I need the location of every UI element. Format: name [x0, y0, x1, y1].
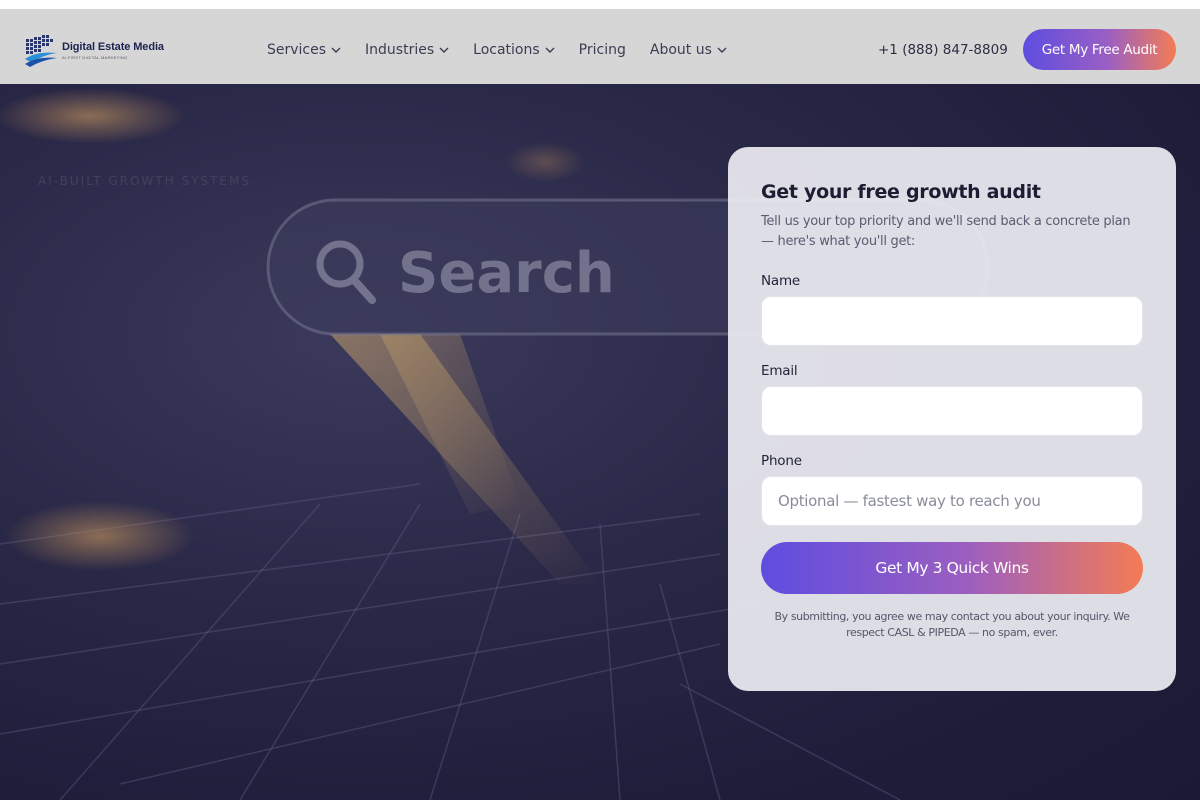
nav-item-label: Locations: [473, 42, 540, 58]
name-label: Name: [761, 273, 801, 289]
phone-label: Phone: [761, 453, 802, 469]
main-nav: Services Industries Locations Pricing Ab…: [267, 39, 751, 61]
background-search-text: Search: [398, 241, 615, 306]
nav-item-label: About us: [649, 42, 712, 58]
nav-item-label: Pricing: [578, 42, 626, 58]
form-disclaimer: By submitting, you agree we may contact …: [774, 610, 1130, 639]
form-title: Get your free growth audit: [761, 181, 1041, 203]
free-audit-button[interactable]: Get My Free Audit: [1023, 29, 1176, 70]
nav-item-pricing[interactable]: Pricing: [579, 42, 626, 58]
brand-tagline: AI-FIRST DIGITAL MARKETING: [62, 54, 128, 60]
top-strip: [0, 0, 1200, 9]
chevron-down-icon: [439, 47, 449, 53]
audit-form-card: Get your free growth audit Tell us your …: [728, 147, 1176, 691]
nav-item-industries[interactable]: Industries: [365, 42, 449, 58]
hero-eyebrow: AI-BUILT GROWTH SYSTEMS: [38, 174, 251, 188]
phone-field[interactable]: [761, 476, 1143, 526]
form-subtitle: Tell us your top priority and we'll send…: [761, 214, 1131, 249]
brand-logo[interactable]: Digital Estate Media AI-FIRST DIGITAL MA…: [24, 31, 164, 69]
site-header: Digital Estate Media AI-FIRST DIGITAL MA…: [0, 9, 1200, 84]
email-field[interactable]: [761, 386, 1143, 436]
chevron-down-icon: [545, 47, 555, 53]
name-field[interactable]: [761, 296, 1143, 346]
nav-item-services[interactable]: Services: [267, 42, 341, 58]
nav-item-about[interactable]: About us: [650, 42, 727, 58]
chevron-down-icon: [331, 47, 341, 53]
quick-wins-submit-button[interactable]: Get My 3 Quick Wins: [761, 542, 1143, 594]
nav-item-label: Services: [267, 42, 327, 58]
chevron-down-icon: [717, 47, 727, 53]
phone-link[interactable]: +1 (888) 847-8809: [878, 39, 1008, 61]
nav-item-label: Industries: [365, 42, 435, 58]
nav-item-locations[interactable]: Locations: [473, 42, 555, 58]
logo-mark-icon: [24, 33, 58, 67]
email-label: Email: [761, 363, 798, 379]
brand-name: Digital Estate Media: [62, 40, 164, 53]
